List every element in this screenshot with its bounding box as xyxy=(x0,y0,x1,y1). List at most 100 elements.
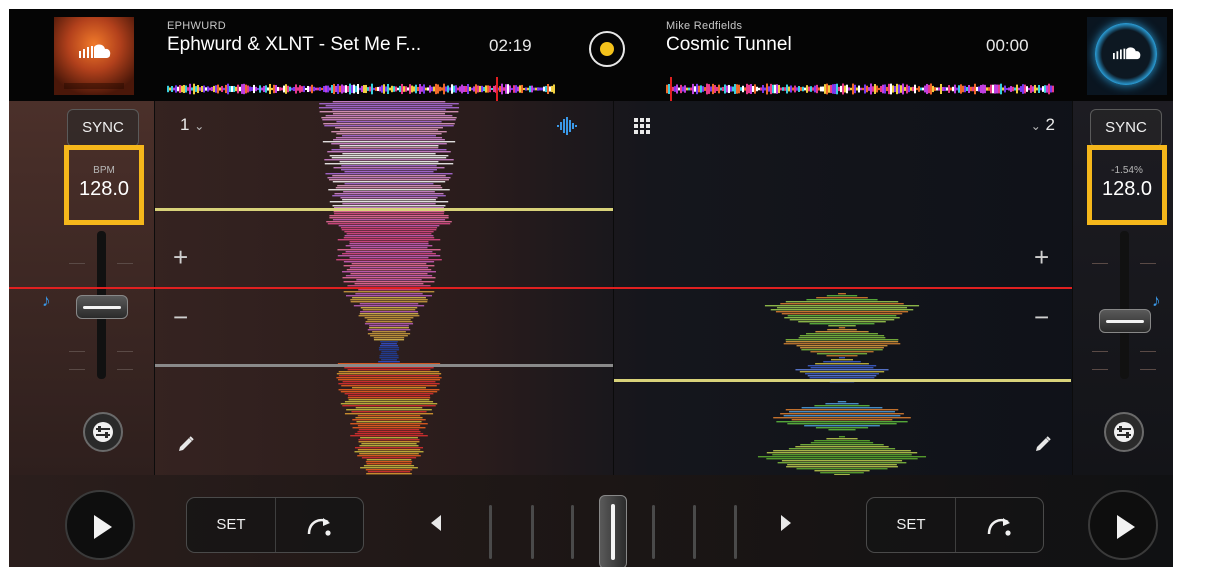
waveform-icon[interactable] xyxy=(557,117,577,135)
waveform-slice xyxy=(332,101,446,103)
cue-jump-button-left[interactable] xyxy=(276,498,363,552)
waveform-slice xyxy=(780,303,904,305)
overview-bar xyxy=(872,86,874,92)
overview-bar xyxy=(551,85,553,93)
sync-button-left[interactable]: SYNC xyxy=(67,109,139,147)
waveform-slice xyxy=(816,297,868,299)
overview-bar xyxy=(792,87,794,91)
tempo-fader-track-right[interactable] xyxy=(1120,231,1129,379)
overview-bar xyxy=(756,86,758,92)
pitch-bend-handle[interactable] xyxy=(599,495,627,567)
bpm-value: 128.0 xyxy=(1101,178,1153,200)
bpm-display-right[interactable]: -1.54% 128.0 xyxy=(1087,145,1167,225)
overview-bar xyxy=(768,86,770,92)
app-logo-button[interactable] xyxy=(589,31,625,67)
overview-bar xyxy=(473,86,475,92)
overview-bar xyxy=(303,85,305,93)
overview-bar xyxy=(431,86,433,92)
pitch-bend-down-icon[interactable] xyxy=(431,515,441,531)
pencil-icon[interactable] xyxy=(1034,435,1052,453)
sync-button-right[interactable]: SYNC xyxy=(1090,109,1162,147)
waveform-slice xyxy=(379,355,399,357)
pitch-bend-up-icon[interactable] xyxy=(781,515,791,531)
overview-bar xyxy=(259,85,261,93)
overview-bar xyxy=(493,85,495,93)
zoom-out-icon[interactable]: − xyxy=(1034,304,1049,330)
bpm-display-left[interactable]: BPM 128.0 xyxy=(64,145,144,225)
overview-bar xyxy=(455,85,457,93)
overview-bar xyxy=(678,87,680,91)
waveform-slice xyxy=(322,119,456,121)
eq-button-left[interactable] xyxy=(83,412,123,452)
deck-left-title[interactable]: EPHWURD Ephwurd & XLNT - Set Me F... 02:… xyxy=(167,9,557,101)
zoom-in-icon[interactable]: + xyxy=(1034,244,1049,270)
grid-icon[interactable] xyxy=(632,117,652,135)
deck-selector-right[interactable]: ⌄ 2 xyxy=(1031,115,1055,135)
cue-set-button-left[interactable]: SET xyxy=(187,498,276,552)
overview-bar xyxy=(547,83,549,95)
zoom-in-icon[interactable]: + xyxy=(173,244,188,270)
overview-bar xyxy=(349,83,351,95)
pencil-icon[interactable] xyxy=(177,435,195,453)
overview-bar xyxy=(195,86,197,92)
cue-set-button-right[interactable]: SET xyxy=(867,498,956,552)
deck-right-title[interactable]: Mike Redfields Cosmic Tunnel 00:00 xyxy=(666,9,1056,101)
tempo-fader-handle-right[interactable] xyxy=(1099,309,1151,333)
overview-bar xyxy=(337,84,339,94)
waveform-slice xyxy=(336,121,442,123)
overview-bar xyxy=(970,86,972,92)
zoom-out-icon[interactable]: − xyxy=(173,304,188,330)
waveform-overview-left[interactable] xyxy=(167,77,557,101)
overview-bar xyxy=(217,84,219,94)
waveform-slice xyxy=(791,419,893,421)
fader-tick xyxy=(1140,263,1156,264)
overview-bar xyxy=(708,84,710,94)
overview-bar xyxy=(321,87,323,91)
waveform-slice xyxy=(367,329,411,331)
music-note-icon[interactable]: ♪ xyxy=(42,291,51,311)
overview-bar xyxy=(297,87,299,91)
overview-bar xyxy=(215,85,217,93)
tempo-fader-handle-left[interactable] xyxy=(76,295,128,319)
waveform-slice xyxy=(341,229,437,231)
waveform-slice xyxy=(327,223,451,225)
track-time: 00:00 xyxy=(986,36,1029,55)
music-note-icon[interactable]: ♪ xyxy=(1152,291,1161,311)
waveform-slice xyxy=(342,381,436,383)
waveform-slice xyxy=(340,403,438,405)
overview-bar xyxy=(704,87,706,91)
artist-name: EPHWURD xyxy=(167,20,226,32)
waveform-slice xyxy=(353,305,425,307)
pitch-bend-tick xyxy=(571,505,574,559)
waveform-slice xyxy=(350,273,428,275)
overview-bar xyxy=(750,84,752,94)
waveform-slice xyxy=(795,369,889,371)
overview-bar xyxy=(397,87,399,91)
deck-selector-left[interactable]: 1 ⌄ xyxy=(180,115,204,135)
overview-bar xyxy=(774,84,776,94)
bpm-label: BPM xyxy=(93,165,115,176)
play-button-right[interactable] xyxy=(1088,490,1158,560)
overview-bar xyxy=(900,85,902,93)
overview-bar xyxy=(974,83,976,95)
album-art-right[interactable] xyxy=(1087,17,1167,95)
overview-bar xyxy=(465,86,467,92)
waveform-slice xyxy=(378,361,400,363)
overview-bar xyxy=(842,83,844,95)
waveform-slice xyxy=(381,351,397,353)
waveform-slice xyxy=(783,415,901,417)
overview-bar xyxy=(525,87,527,91)
waveform-overview-right[interactable] xyxy=(666,77,1056,101)
album-art-left[interactable] xyxy=(54,17,134,95)
play-button-left[interactable] xyxy=(65,490,135,560)
waveform-slice xyxy=(345,251,433,253)
waveform-slice xyxy=(344,393,434,395)
waveform-slice xyxy=(342,405,436,407)
overview-bar xyxy=(1014,87,1016,91)
cue-jump-button-right[interactable] xyxy=(956,498,1043,552)
overview-bar xyxy=(958,85,960,93)
overview-bar xyxy=(423,84,425,94)
overview-bar xyxy=(714,85,716,93)
overview-bar xyxy=(732,86,734,92)
eq-button-right[interactable] xyxy=(1104,412,1144,452)
